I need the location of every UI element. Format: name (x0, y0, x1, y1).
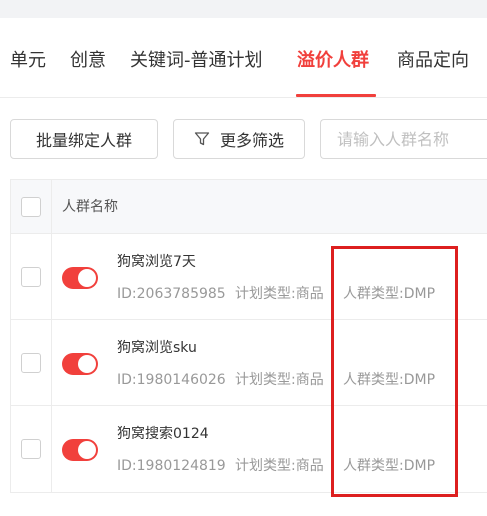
crowd-type: 人群类型:DMP (343, 372, 436, 388)
plan-type: 计划类型:商品 (235, 372, 324, 388)
crowd-type: 人群类型:DMP (343, 286, 436, 302)
tab-creative[interactable]: 创意 (70, 49, 106, 73)
crowd-name: 狗窝浏览7天 (117, 254, 196, 270)
table-row: 狗窝搜索0124 ID:1980124819 计划类型:商品 人群类型:DMP (11, 406, 487, 492)
table-row: 狗窝浏览sku ID:1980146026 计划类型:商品 人群类型:DMP (11, 320, 487, 406)
crowd-id: ID:2063785985 (117, 286, 226, 302)
toggle-knob (78, 441, 96, 459)
top-strip (0, 0, 487, 18)
row-checkbox[interactable] (21, 439, 41, 459)
table-header: 人群名称 (11, 180, 487, 234)
crowd-id: ID:1980146026 (117, 372, 226, 388)
select-all-checkbox[interactable] (21, 197, 41, 217)
plan-type: 计划类型:商品 (235, 286, 324, 302)
row-checkbox[interactable] (21, 353, 41, 373)
tab-product-targeting[interactable]: 商品定向 (397, 49, 469, 73)
tab-bar: 单元 创意 关键词-普通计划 溢价人群 商品定向 (0, 18, 487, 98)
more-filters-label: 更多筛选 (219, 131, 284, 150)
row-checkbox[interactable] (21, 267, 41, 287)
plan-type: 计划类型:商品 (235, 458, 324, 474)
crowd-id: ID:1980124819 (117, 458, 226, 474)
tab-keyword-plan[interactable]: 关键词-普通计划 (130, 49, 263, 73)
enable-toggle[interactable] (62, 439, 98, 461)
crowd-name: 狗窝搜索0124 (117, 426, 209, 442)
crowd-name: 狗窝浏览sku (117, 340, 197, 356)
toggle-knob (78, 355, 96, 373)
enable-toggle[interactable] (62, 267, 98, 289)
toggle-knob (78, 269, 96, 287)
crowd-type: 人群类型:DMP (343, 458, 436, 474)
crowd-search-input[interactable] (320, 119, 487, 159)
batch-bind-crowd-button[interactable]: 批量绑定人群 (10, 119, 158, 159)
enable-toggle[interactable] (62, 353, 98, 375)
filter-icon (194, 132, 210, 146)
active-tab-indicator (296, 94, 376, 97)
column-header-crowd-name: 人群名称 (62, 199, 118, 215)
table-row: 狗窝浏览7天 ID:2063785985 计划类型:商品 人群类型:DMP (11, 234, 487, 320)
crowd-table: 人群名称 狗窝浏览7天 ID:2063785985 计划类型:商品 人群类型:D… (10, 179, 487, 493)
more-filters-button[interactable]: 更多筛选 (173, 119, 305, 159)
tab-premium-crowd[interactable]: 溢价人群 (297, 49, 369, 73)
tab-unit[interactable]: 单元 (10, 49, 46, 73)
